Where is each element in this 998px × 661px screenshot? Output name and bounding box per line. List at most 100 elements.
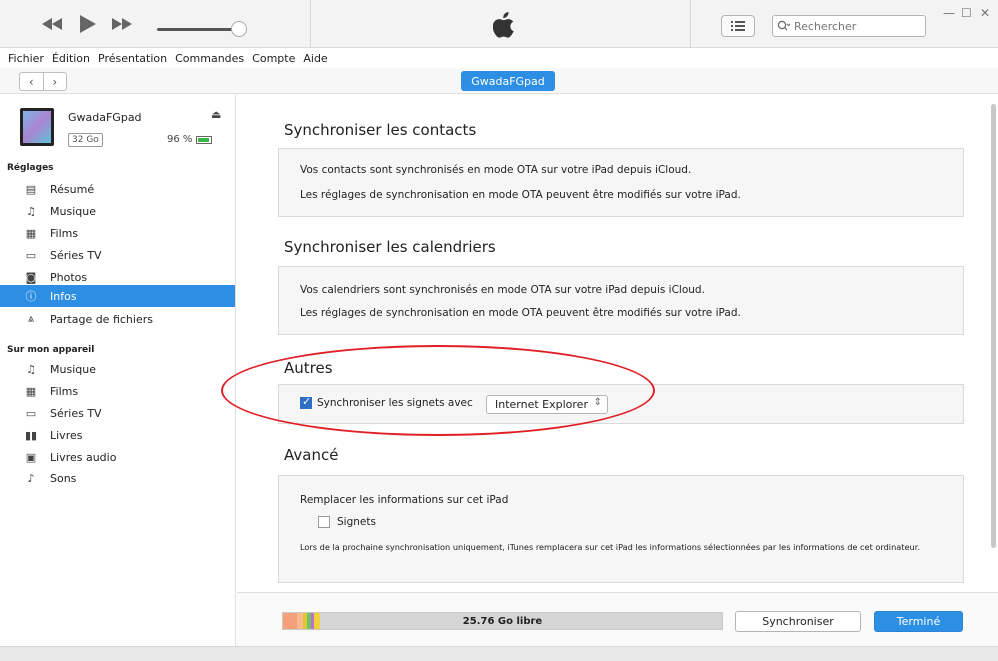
capacity-badge: 32 Go	[68, 133, 103, 147]
sidebar-item-label: Sons	[50, 471, 77, 485]
eject-icon[interactable]: ⏏	[211, 108, 221, 121]
sidebar-item-device-books[interactable]: ▮▮ Livres	[0, 424, 235, 446]
sidebar-item-label: Musique	[50, 204, 96, 218]
contacts-line2: Les réglages de synchronisation en mode …	[300, 189, 741, 201]
contacts-box	[278, 148, 964, 217]
battery-icon	[196, 135, 213, 144]
device-button[interactable]: GwadaFGpad	[461, 71, 555, 91]
sidebar: GwadaFGpad ⏏ 32 Go 96 % Réglages ▤ Résum…	[0, 95, 236, 646]
audiobook-icon: ▣	[25, 450, 37, 464]
sidebar-item-music[interactable]: ♫ Musique	[0, 200, 235, 222]
sidebar-item-device-films[interactable]: ▦ Films	[0, 380, 235, 402]
divider	[690, 0, 691, 48]
sidebar-item-label: Musique	[50, 362, 96, 376]
sidebar-item-label: Photos	[50, 270, 88, 284]
volume-slider-track[interactable]	[157, 28, 237, 31]
menu-file[interactable]: Fichier	[8, 52, 44, 65]
sidebar-item-label: Infos	[50, 289, 77, 303]
summary-icon: ▤	[25, 182, 37, 196]
bookmarks-sync-checkbox[interactable]	[300, 395, 312, 409]
sidebar-item-label: Partage de fichiers	[50, 312, 153, 326]
advanced-bookmarks-row: Signets	[318, 516, 376, 528]
sync-button[interactable]: Synchroniser	[735, 611, 861, 632]
calendars-box	[278, 266, 964, 335]
sidebar-item-tv[interactable]: ▭ Séries TV	[0, 244, 235, 266]
ipad-thumbnail	[20, 108, 54, 146]
music-icon: ♫	[26, 204, 36, 218]
player-bar: — ☐ ✕	[0, 0, 998, 48]
sidebar-item-info[interactable]: ⓘ Infos	[0, 285, 235, 307]
search-icon	[777, 20, 791, 31]
sidebar-item-device-tv[interactable]: ▭ Séries TV	[0, 402, 235, 424]
advanced-bookmarks-label: Signets	[337, 516, 376, 528]
back-icon[interactable]: ‹	[20, 73, 44, 90]
maximize-icon[interactable]: ☐	[961, 6, 972, 20]
settings-header: Réglages	[7, 163, 54, 173]
bell-icon: ♪	[27, 471, 35, 485]
browser-select[interactable]: Internet Explorer ⇕	[486, 395, 608, 414]
sidebar-item-summary[interactable]: ▤ Résumé	[0, 178, 235, 200]
minimize-icon[interactable]: —	[943, 6, 955, 20]
info-icon: ⓘ	[25, 290, 37, 303]
free-space-label: 25.76 Go libre	[462, 615, 543, 627]
sidebar-item-label: Séries TV	[50, 248, 102, 262]
sidebar-item-films[interactable]: ▦ Films	[0, 222, 235, 244]
done-button[interactable]: Terminé	[874, 611, 963, 632]
divider	[310, 0, 311, 48]
scrollbar-thumb[interactable]	[991, 104, 996, 548]
battery-status: 96 %	[167, 134, 213, 145]
advanced-bookmarks-checkbox[interactable]	[318, 516, 330, 528]
bookmarks-sync-label: Synchroniser les signets avec	[317, 397, 473, 409]
replace-info-label: Remplacer les informations sur cet iPad	[300, 494, 509, 506]
status-bar	[0, 646, 998, 661]
menu-view[interactable]: Présentation	[98, 52, 167, 65]
contacts-title: Synchroniser les contacts	[284, 121, 477, 139]
sidebar-item-file-sharing[interactable]: ⩓ Partage de fichiers	[0, 308, 235, 330]
other-title: Autres	[284, 359, 333, 377]
list-icon	[731, 21, 745, 31]
browser-select-value: Internet Explorer	[495, 398, 588, 411]
tv-icon: ▭	[25, 248, 37, 262]
forward-icon[interactable]: ›	[44, 73, 67, 90]
sidebar-item-label: Livres audio	[50, 450, 117, 464]
calendars-title: Synchroniser les calendriers	[284, 238, 496, 256]
apple-logo-icon	[492, 12, 515, 41]
rewind-icon[interactable]	[40, 14, 64, 34]
music-icon: ♫	[26, 362, 36, 376]
navigation-bar: ‹ › GwadaFGpad	[0, 68, 998, 94]
contacts-line1: Vos contacts sont synchronisés en mode O…	[300, 164, 692, 176]
play-icon[interactable]	[78, 14, 98, 34]
sidebar-item-label: Séries TV	[50, 406, 102, 420]
sidebar-item-label: Films	[50, 226, 79, 240]
menu-edit[interactable]: Édition	[52, 52, 90, 65]
sidebar-item-device-audiobooks[interactable]: ▣ Livres audio	[0, 446, 235, 468]
fast-forward-icon[interactable]	[110, 14, 134, 34]
close-icon[interactable]: ✕	[980, 6, 990, 20]
film-icon: ▦	[25, 384, 37, 398]
menu-bar: Fichier Édition Présentation Commandes C…	[0, 48, 998, 68]
advanced-title: Avancé	[284, 446, 339, 464]
battery-percent: 96 %	[167, 134, 193, 145]
menu-controls[interactable]: Commandes	[175, 52, 244, 65]
history-arrows: ‹ ›	[19, 72, 67, 91]
bookmarks-sync-row: Synchroniser les signets avec	[300, 395, 473, 409]
sidebar-item-label: Films	[50, 384, 79, 398]
advanced-note: Lors de la prochaine synchronisation uni…	[300, 542, 920, 552]
volume-slider-knob[interactable]	[231, 21, 247, 37]
device-name: GwadaFGpad	[68, 111, 142, 124]
advanced-box	[278, 475, 964, 583]
sidebar-item-label: Résumé	[50, 182, 95, 196]
search-field[interactable]	[772, 15, 926, 37]
camera-icon: ◙	[25, 270, 37, 284]
sidebar-item-device-tones[interactable]: ♪ Sons	[0, 467, 235, 489]
search-input[interactable]	[794, 19, 912, 33]
sidebar-item-device-music[interactable]: ♫ Musique	[0, 358, 235, 380]
menu-help[interactable]: Aide	[303, 52, 327, 65]
list-view-button[interactable]	[721, 15, 755, 37]
book-icon: ▮▮	[24, 428, 38, 442]
film-icon: ▦	[25, 226, 37, 240]
select-arrows-icon: ⇕	[593, 397, 602, 408]
device-header: Sur mon appareil	[7, 345, 95, 355]
menu-account[interactable]: Compte	[252, 52, 295, 65]
calendars-line1: Vos calendriers sont synchronisés en mod…	[300, 284, 705, 296]
